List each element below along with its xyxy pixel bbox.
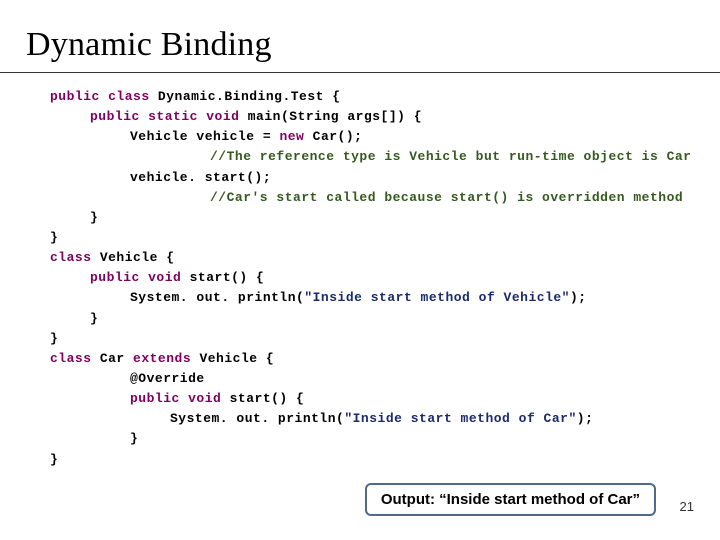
code-text: } — [50, 331, 58, 346]
code-kw: public void — [130, 391, 221, 406]
code-kw: new — [279, 129, 304, 144]
code-text: Vehicle { — [191, 351, 274, 366]
code-text: } — [50, 230, 58, 245]
code-text: } — [130, 431, 138, 446]
code-text: Car — [92, 351, 134, 366]
code-comment: //The reference type is Vehicle but run-… — [210, 149, 691, 164]
code-text: start() { — [181, 270, 264, 285]
code-text: System. out. println( — [170, 411, 344, 426]
code-kw: class — [50, 351, 92, 366]
code-annotation: @Override — [130, 371, 205, 386]
code-text: Vehicle vehicle = — [130, 129, 279, 144]
code-kw: class — [50, 250, 92, 265]
code-text: System. out. println( — [130, 290, 304, 305]
code-kw: class — [100, 89, 150, 104]
code-kw: public void — [90, 270, 181, 285]
code-string: "Inside start method of Vehicle" — [304, 290, 570, 305]
code-text: Car(); — [304, 129, 362, 144]
slide-title: Dynamic Binding — [0, 0, 720, 73]
code-text: } — [90, 210, 98, 225]
code-text: vehicle. start(); — [130, 170, 271, 185]
code-text: start() { — [221, 391, 304, 406]
code-text: main(String args[]) { — [239, 109, 422, 124]
code-text: Dynamic.Binding.Test { — [150, 89, 341, 104]
slide-number: 21 — [680, 499, 694, 514]
code-text: ); — [570, 290, 587, 305]
code-block: public class Dynamic.Binding.Test { publ… — [0, 87, 720, 470]
code-comment: //Car's start called because start() is … — [210, 190, 683, 205]
code-string: "Inside start method of Car" — [344, 411, 576, 426]
code-kw: static void — [140, 109, 240, 124]
code-text: Vehicle { — [92, 250, 175, 265]
output-callout: Output: “Inside start method of Car” — [365, 483, 656, 516]
code-text: } — [50, 452, 58, 467]
code-kw: public — [90, 109, 140, 124]
code-kw: extends — [133, 351, 191, 366]
code-text: } — [90, 311, 98, 326]
code-kw: public — [50, 89, 100, 104]
code-text: ); — [577, 411, 594, 426]
